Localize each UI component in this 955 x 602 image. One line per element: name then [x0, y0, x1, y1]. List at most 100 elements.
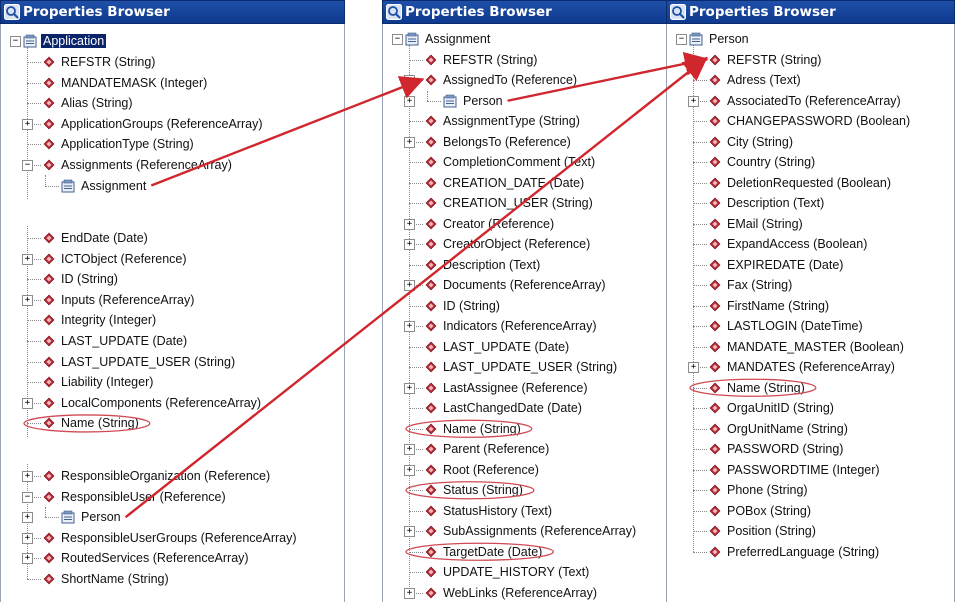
expand-collapse-toggle[interactable]: + [22, 118, 33, 130]
tree-property-node[interactable]: LAST_UPDATE (Date) [43, 331, 189, 351]
expand-collapse-toggle[interactable]: + [404, 382, 415, 394]
expand-collapse-toggle[interactable]: − [392, 34, 403, 46]
tree-property-node[interactable]: CREATION_USER (String) [425, 193, 595, 213]
tree-object-node[interactable]: Assignment [61, 176, 148, 196]
tree-property-node[interactable]: LastAssignee (Reference) [425, 378, 590, 398]
tree-property-node[interactable]: LocalComponents (ReferenceArray) [43, 393, 263, 413]
tree-property-node[interactable]: ResponsibleUser (Reference) [43, 487, 228, 507]
tree-property-node[interactable]: ApplicationGroups (ReferenceArray) [43, 114, 264, 134]
tree-property-node[interactable]: Description (Text) [425, 255, 542, 275]
tree-property-node[interactable]: OrgUnitName (String) [709, 419, 850, 439]
tree-property-node[interactable]: BelongsTo (Reference) [425, 132, 573, 152]
tree-property-node[interactable]: REFSTR (String) [709, 50, 823, 70]
tree-property-node[interactable]: StatusHistory (Text) [425, 501, 554, 521]
tree-property-node[interactable]: CHANGEPASSWORD (Boolean) [709, 111, 912, 131]
expand-collapse-toggle[interactable]: + [688, 362, 699, 374]
tree-property-node[interactable]: Integrity (Integer) [43, 310, 158, 330]
tree-property-node[interactable]: PreferredLanguage (String) [709, 542, 881, 562]
expand-collapse-toggle[interactable]: − [10, 36, 21, 48]
tree-property-node[interactable]: Fax (String) [709, 275, 794, 295]
expand-collapse-toggle[interactable]: + [404, 464, 415, 476]
expand-collapse-toggle[interactable]: + [22, 553, 33, 565]
tree-property-node[interactable]: MANDATEMASK (Integer) [43, 73, 209, 93]
tree-property-node[interactable]: PASSWORD (String) [709, 439, 845, 459]
expand-collapse-toggle[interactable]: + [404, 321, 415, 333]
tree-root-node[interactable]: Person [689, 29, 751, 49]
tree-property-node[interactable]: MANDATE_MASTER (Boolean) [709, 337, 906, 357]
tree-property-node[interactable]: Status (String) [425, 480, 525, 500]
expand-collapse-toggle[interactable]: + [22, 397, 33, 409]
expand-collapse-toggle[interactable]: + [22, 532, 33, 544]
tree-property-node[interactable]: AssignedTo (Reference) [425, 70, 579, 90]
tree-property-node[interactable]: AssignmentType (String) [425, 111, 582, 131]
expand-collapse-toggle[interactable]: + [404, 444, 415, 456]
tree-property-node[interactable]: OrgaUnitID (String) [709, 398, 836, 418]
tree-property-node[interactable]: ShortName (String) [43, 569, 171, 589]
tree-property-node[interactable]: MANDATES (ReferenceArray) [709, 357, 897, 377]
expand-collapse-toggle[interactable]: + [404, 280, 415, 292]
tree-object-node[interactable]: Person [61, 507, 123, 527]
tree-property-node[interactable]: Adress (Text) [709, 70, 803, 90]
expand-collapse-toggle[interactable]: + [22, 470, 33, 482]
tree-property-node[interactable]: ICTObject (Reference) [43, 249, 189, 269]
tree-property-node[interactable]: SubAssignments (ReferenceArray) [425, 521, 638, 541]
tree-root-node[interactable]: Assignment [405, 29, 492, 49]
expand-collapse-toggle[interactable]: + [404, 239, 415, 251]
expand-collapse-toggle[interactable]: + [22, 253, 33, 265]
tree-root-node[interactable]: Application [23, 31, 107, 51]
tree-property-node[interactable]: ResponsibleOrganization (Reference) [43, 466, 272, 486]
tree-property-node[interactable]: ID (String) [425, 296, 502, 316]
tree-property-node[interactable]: EMail (String) [709, 214, 805, 234]
tree-property-node[interactable]: CREATION_DATE (Date) [425, 173, 586, 193]
tree-property-node[interactable]: ResponsibleUserGroups (ReferenceArray) [43, 528, 299, 548]
tree-property-node[interactable]: Inputs (ReferenceArray) [43, 290, 196, 310]
tree-property-node[interactable]: Position (String) [709, 521, 818, 541]
tree-property-node[interactable]: City (String) [709, 132, 795, 152]
tree-property-node[interactable]: Phone (String) [709, 480, 810, 500]
tree-property-node[interactable]: TargetDate (Date) [425, 542, 544, 562]
tree-property-node[interactable]: Alias (String) [43, 93, 135, 113]
tree-property-node[interactable]: LASTLOGIN (DateTime) [709, 316, 865, 336]
tree-object-node[interactable]: Person [443, 91, 505, 111]
tree-property-node[interactable]: CreatorObject (Reference) [425, 234, 592, 254]
tree-property-node[interactable]: EndDate (Date) [43, 228, 150, 248]
expand-collapse-toggle[interactable]: + [404, 587, 415, 599]
tree-property-node[interactable]: ID (String) [43, 269, 120, 289]
expand-collapse-toggle[interactable]: + [404, 136, 415, 148]
expand-collapse-toggle[interactable]: − [676, 34, 687, 46]
tree-property-node[interactable]: LastChangedDate (Date) [425, 398, 584, 418]
tree-property-node[interactable]: POBox (String) [709, 501, 813, 521]
tree-property-node[interactable]: Creator (Reference) [425, 214, 556, 234]
expand-collapse-toggle[interactable]: + [404, 95, 415, 107]
tree-property-node[interactable]: LAST_UPDATE (Date) [425, 337, 571, 357]
tree-property-node[interactable]: Description (Text) [709, 193, 826, 213]
tree-property-node[interactable]: EXPIREDATE (Date) [709, 255, 845, 275]
expand-collapse-toggle[interactable]: + [22, 294, 33, 306]
tree-property-node[interactable]: Name (String) [709, 378, 807, 398]
tree-property-node[interactable]: Name (String) [43, 413, 141, 433]
tree-property-node[interactable]: ExpandAccess (Boolean) [709, 234, 869, 254]
tree-property-node[interactable]: AssociatedTo (ReferenceArray) [709, 91, 903, 111]
tree-property-node[interactable]: REFSTR (String) [43, 52, 157, 72]
expand-collapse-toggle[interactable]: − [22, 159, 33, 171]
tree-property-node[interactable]: DeletionRequested (Boolean) [709, 173, 893, 193]
tree-property-node[interactable]: Indicators (ReferenceArray) [425, 316, 599, 336]
expand-collapse-toggle[interactable]: − [404, 75, 415, 87]
tree-property-node[interactable]: CompletionComment (Text) [425, 152, 597, 172]
tree-property-node[interactable]: LAST_UPDATE_USER (String) [425, 357, 619, 377]
tree-property-node[interactable]: Parent (Reference) [425, 439, 551, 459]
tree-property-node[interactable]: Country (String) [709, 152, 817, 172]
expand-collapse-toggle[interactable]: + [404, 526, 415, 538]
tree-property-node[interactable]: UPDATE_HISTORY (Text) [425, 562, 591, 582]
expand-collapse-toggle[interactable]: − [22, 491, 33, 503]
tree-property-node[interactable]: ApplicationType (String) [43, 134, 196, 154]
tree-property-node[interactable]: Liability (Integer) [43, 372, 155, 392]
expand-collapse-toggle[interactable]: + [404, 218, 415, 230]
tree-property-node[interactable]: RoutedServices (ReferenceArray) [43, 548, 251, 568]
expand-collapse-toggle[interactable]: + [22, 512, 33, 524]
tree-property-node[interactable]: WebLinks (ReferenceArray) [425, 583, 599, 602]
tree-property-node[interactable]: PASSWORDTIME (Integer) [709, 460, 882, 480]
tree-property-node[interactable]: Name (String) [425, 419, 523, 439]
tree-property-node[interactable]: Root (Reference) [425, 460, 541, 480]
tree-property-node[interactable]: Documents (ReferenceArray) [425, 275, 608, 295]
